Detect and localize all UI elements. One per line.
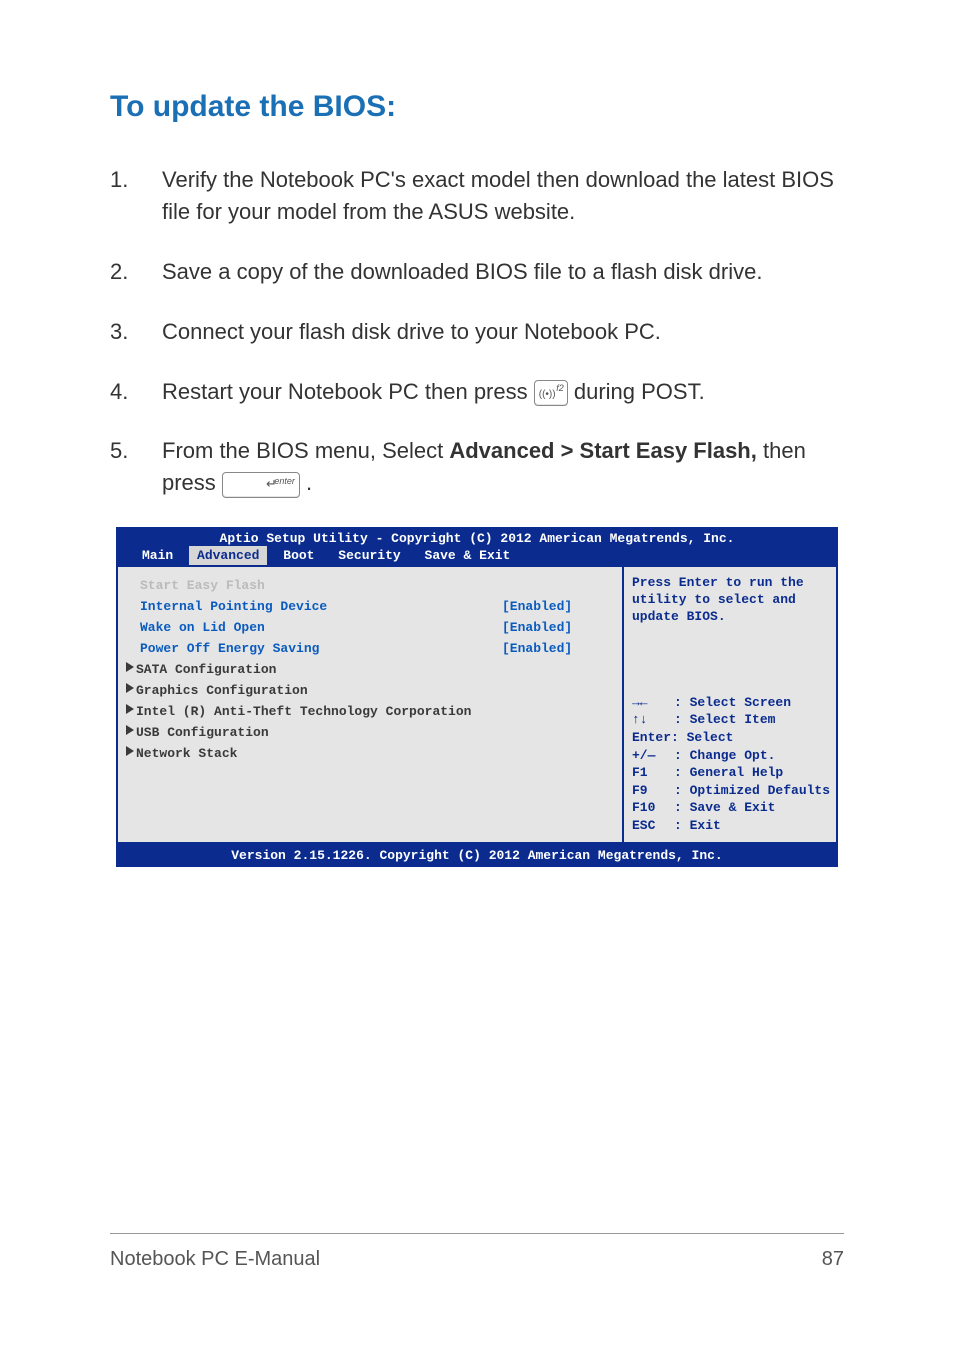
bios-item-label: Graphics Configuration: [136, 683, 612, 698]
hint-general-help: F1: General Help: [632, 764, 832, 782]
bios-item-label: Network Stack: [136, 746, 612, 761]
step-body: From the BIOS menu, Select Advanced > St…: [162, 435, 844, 499]
key-label: f2: [556, 382, 564, 395]
step-text: .: [306, 470, 312, 495]
hint-select-item: ↑↓: Select Item: [632, 711, 832, 729]
step-body: Connect your flash disk drive to your No…: [162, 316, 844, 348]
steps-list: 1. Verify the Notebook PC's exact model …: [110, 164, 844, 499]
bios-footer: Version 2.15.1226. Copyright (C) 2012 Am…: [116, 844, 838, 867]
step-text: Restart your Notebook PC then press: [162, 379, 534, 404]
bios-tab-save: Save & Exit: [417, 546, 519, 565]
bios-header: Aptio Setup Utility - Copyright (C) 2012…: [116, 527, 838, 567]
step-num: 3.: [110, 316, 162, 348]
hint-select-screen: →←: Select Screen: [632, 694, 832, 712]
bios-item-usb-config: USB Configuration: [124, 722, 612, 743]
step-4: 4. Restart your Notebook PC then press (…: [110, 376, 844, 408]
bios-tab-advanced: Advanced: [189, 546, 267, 565]
bios-item-label: Intel (R) Anti-Theft Technology Corporat…: [136, 704, 612, 719]
wifi-icon: ((•)): [539, 388, 556, 403]
step-num: 1.: [110, 164, 162, 228]
bios-left-panel: Start Easy Flash Internal Pointing Devic…: [118, 567, 624, 842]
page-number: 87: [822, 1248, 844, 1271]
step-text: during POST.: [574, 379, 705, 404]
bios-tab-security: Security: [330, 546, 408, 565]
footer-title: Notebook PC E-Manual: [110, 1248, 320, 1271]
bios-tab-main: Main: [134, 546, 181, 565]
bios-item-value: [Enabled]: [502, 641, 612, 656]
hint-change-opt: +/—: Change Opt.: [632, 747, 832, 765]
return-arrow-icon: ↵: [266, 475, 277, 494]
bios-item-label: USB Configuration: [136, 725, 612, 740]
bios-item-value: [502, 578, 612, 593]
step-body: Verify the Notebook PC's exact model the…: [162, 164, 844, 228]
bios-item-power-off: Power Off Energy Saving [Enabled]: [124, 638, 612, 659]
bios-title: Aptio Setup Utility - Copyright (C) 2012…: [116, 531, 838, 546]
hint-save-exit: F10: Save & Exit: [632, 799, 832, 817]
bios-key-hints: →←: Select Screen ↑↓: Select Item Enter:…: [632, 694, 832, 834]
bios-item-start-easy-flash: Start Easy Flash: [124, 575, 612, 596]
bios-body: Start Easy Flash Internal Pointing Devic…: [116, 567, 838, 844]
bios-item-sata-config: SATA Configuration: [124, 659, 612, 680]
bios-help-text: Press Enter to run the utility to select…: [632, 575, 832, 694]
step-1: 1. Verify the Notebook PC's exact model …: [110, 164, 844, 228]
bios-screenshot: Aptio Setup Utility - Copyright (C) 2012…: [116, 527, 838, 867]
step-2: 2. Save a copy of the downloaded BIOS fi…: [110, 256, 844, 288]
step-5: 5. From the BIOS menu, Select Advanced >…: [110, 435, 844, 499]
key-label: enter: [274, 475, 295, 488]
bios-item-label: Internal Pointing Device: [140, 599, 502, 614]
step-text-bold: Advanced > Start Easy Flash,: [449, 438, 757, 463]
step-body: Save a copy of the downloaded BIOS file …: [162, 256, 844, 288]
bios-item-graphics-config: Graphics Configuration: [124, 680, 612, 701]
bios-tab-boot: Boot: [275, 546, 322, 565]
hint-optimized-defaults: F9: Optimized Defaults: [632, 782, 832, 800]
bios-right-panel: Press Enter to run the utility to select…: [624, 567, 836, 842]
bios-item-label: Start Easy Flash: [140, 578, 502, 593]
bios-item-network-stack: Network Stack: [124, 743, 612, 764]
page-footer: Notebook PC E-Manual 87: [110, 1233, 844, 1271]
hint-enter-select: Enter: Select: [632, 729, 832, 747]
bios-tabs: Main Advanced Boot Security Save & Exit: [116, 546, 838, 565]
heading-update-bios: To update the BIOS:: [110, 90, 844, 124]
bios-item-label: Wake on Lid Open: [140, 620, 502, 635]
bios-item-value: [Enabled]: [502, 599, 612, 614]
enter-key-icon: enter ↵: [222, 472, 300, 498]
bios-item-value: [Enabled]: [502, 620, 612, 635]
step-3: 3. Connect your flash disk drive to your…: [110, 316, 844, 348]
step-body: Restart your Notebook PC then press ((•)…: [162, 376, 844, 408]
step-num: 5.: [110, 435, 162, 499]
bios-item-label: Power Off Energy Saving: [140, 641, 502, 656]
bios-item-wake-lid: Wake on Lid Open [Enabled]: [124, 617, 612, 638]
step-num: 4.: [110, 376, 162, 408]
bios-item-pointing-device: Internal Pointing Device [Enabled]: [124, 596, 612, 617]
hint-exit: ESC: Exit: [632, 817, 832, 835]
f2-key-icon: ((•)) f2: [534, 380, 568, 406]
step-num: 2.: [110, 256, 162, 288]
bios-item-anti-theft: Intel (R) Anti-Theft Technology Corporat…: [124, 701, 612, 722]
bios-item-label: SATA Configuration: [136, 662, 612, 677]
step-text: From the BIOS menu, Select: [162, 438, 449, 463]
